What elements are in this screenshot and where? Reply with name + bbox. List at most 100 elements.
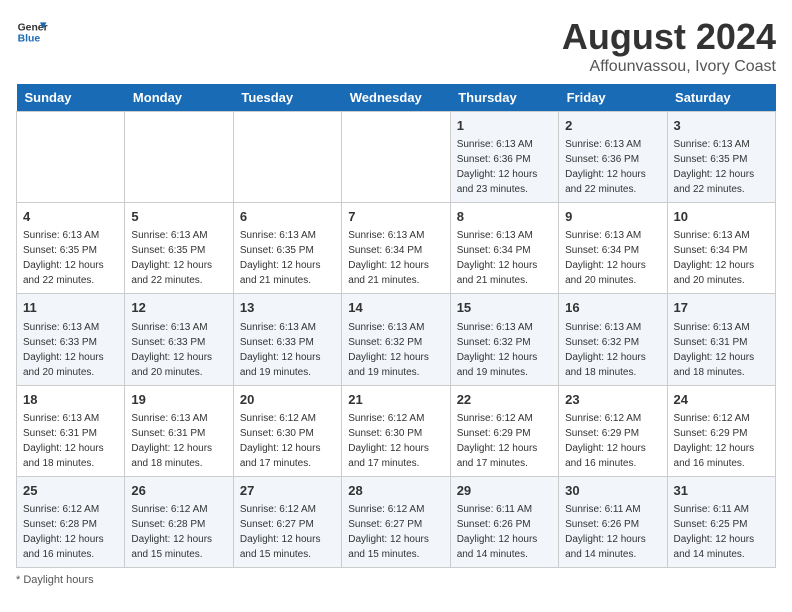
day-info: Sunrise: 6:13 AM Sunset: 6:31 PM Dayligh… <box>674 320 769 380</box>
day-number: 5 <box>131 208 226 226</box>
logo: General Blue <box>16 16 48 48</box>
calendar-cell <box>233 112 341 203</box>
calendar-cell: 7 Sunrise: 6:13 AM Sunset: 6:34 PM Daylig… <box>342 203 450 294</box>
day-info: Sunrise: 6:12 AM Sunset: 6:27 PM Dayligh… <box>348 502 443 562</box>
calendar-cell: 1Sunrise: 6:13 AM Sunset: 6:36 PM Daylig… <box>450 112 558 203</box>
day-number: 15 <box>457 299 552 317</box>
calendar-cell: 9 Sunrise: 6:13 AM Sunset: 6:34 PM Daylig… <box>559 203 667 294</box>
day-info: Sunrise: 6:13 AM Sunset: 6:35 PM Dayligh… <box>23 228 118 288</box>
day-info: Sunrise: 6:13 AM Sunset: 6:34 PM Dayligh… <box>565 228 660 288</box>
day-info: Sunrise: 6:12 AM Sunset: 6:28 PM Dayligh… <box>23 502 118 562</box>
day-info: Sunrise: 6:12 AM Sunset: 6:28 PM Dayligh… <box>131 502 226 562</box>
calendar-cell: 5Sunrise: 6:13 AM Sunset: 6:35 PM Daylig… <box>125 203 233 294</box>
calendar-cell: 22 Sunrise: 6:12 AM Sunset: 6:29 PM Dayli… <box>450 385 558 476</box>
calendar-header-saturday: Saturday <box>667 84 775 112</box>
day-number: 8 <box>457 208 552 226</box>
calendar-cell: 6 Sunrise: 6:13 AM Sunset: 6:35 PM Daylig… <box>233 203 341 294</box>
calendar-cell: 14 Sunrise: 6:13 AM Sunset: 6:32 PM Dayli… <box>342 294 450 385</box>
day-info: Sunrise: 6:13 AM Sunset: 6:34 PM Dayligh… <box>457 228 552 288</box>
day-info: Sunrise: 6:13 AM Sunset: 6:35 PM Dayligh… <box>240 228 335 288</box>
calendar-cell: 31 Sunrise: 6:11 AM Sunset: 6:25 PM Dayli… <box>667 476 775 567</box>
day-number: 2 <box>565 117 660 135</box>
calendar-cell: 29 Sunrise: 6:11 AM Sunset: 6:26 PM Dayli… <box>450 476 558 567</box>
day-info: Sunrise: 6:12 AM Sunset: 6:29 PM Dayligh… <box>457 411 552 471</box>
day-number: 10 <box>674 208 769 226</box>
day-number: 12 <box>131 299 226 317</box>
calendar-header-tuesday: Tuesday <box>233 84 341 112</box>
day-number: 20 <box>240 391 335 409</box>
calendar-header-row: SundayMondayTuesdayWednesdayThursdayFrid… <box>17 84 776 112</box>
header: General Blue August 2024 Affounvassou, I… <box>16 16 776 76</box>
day-info: Sunrise: 6:13 AM Sunset: 6:31 PM Dayligh… <box>131 411 226 471</box>
calendar-cell: 4 Sunrise: 6:13 AM Sunset: 6:35 PM Daylig… <box>17 203 125 294</box>
calendar-cell: 26Sunrise: 6:12 AM Sunset: 6:28 PM Dayli… <box>125 476 233 567</box>
day-number: 18 <box>23 391 118 409</box>
day-number: 31 <box>674 482 769 500</box>
day-number: 9 <box>565 208 660 226</box>
calendar-cell: 20Sunrise: 6:12 AM Sunset: 6:30 PM Dayli… <box>233 385 341 476</box>
day-number: 7 <box>348 208 443 226</box>
day-number: 29 <box>457 482 552 500</box>
day-number: 4 <box>23 208 118 226</box>
calendar-cell: 16Sunrise: 6:13 AM Sunset: 6:32 PM Dayli… <box>559 294 667 385</box>
calendar-cell: 12Sunrise: 6:13 AM Sunset: 6:33 PM Dayli… <box>125 294 233 385</box>
calendar-cell: 13Sunrise: 6:13 AM Sunset: 6:33 PM Dayli… <box>233 294 341 385</box>
day-info: Sunrise: 6:13 AM Sunset: 6:32 PM Dayligh… <box>348 320 443 380</box>
day-info: Sunrise: 6:11 AM Sunset: 6:26 PM Dayligh… <box>457 502 552 562</box>
day-number: 19 <box>131 391 226 409</box>
day-number: 14 <box>348 299 443 317</box>
day-info: Sunrise: 6:12 AM Sunset: 6:30 PM Dayligh… <box>348 411 443 471</box>
calendar-cell: 10 Sunrise: 6:13 AM Sunset: 6:34 PM Dayli… <box>667 203 775 294</box>
calendar-header-wednesday: Wednesday <box>342 84 450 112</box>
calendar-cell: 18 Sunrise: 6:13 AM Sunset: 6:31 PM Dayli… <box>17 385 125 476</box>
day-number: 30 <box>565 482 660 500</box>
calendar-cell: 17 Sunrise: 6:13 AM Sunset: 6:31 PM Dayli… <box>667 294 775 385</box>
day-number: 28 <box>348 482 443 500</box>
calendar-header-friday: Friday <box>559 84 667 112</box>
logo-icon: General Blue <box>16 16 48 48</box>
day-info: Sunrise: 6:11 AM Sunset: 6:25 PM Dayligh… <box>674 502 769 562</box>
day-number: 13 <box>240 299 335 317</box>
calendar-cell <box>17 112 125 203</box>
calendar-cell <box>342 112 450 203</box>
day-number: 21 <box>348 391 443 409</box>
day-info: Sunrise: 6:13 AM Sunset: 6:36 PM Dayligh… <box>565 137 660 197</box>
calendar-cell: 24 Sunrise: 6:12 AM Sunset: 6:29 PM Dayli… <box>667 385 775 476</box>
calendar-body: 1 Sunrise: 6:13 AM Sunset: 6:36 PM Daylig… <box>17 112 776 568</box>
calendar-week-row: 18 Sunrise: 6:13 AM Sunset: 6:31 PM Dayli… <box>17 385 776 476</box>
calendar-table: SundayMondayTuesdayWednesdayThursdayFrid… <box>16 84 776 568</box>
calendar-cell: 23 Sunrise: 6:12 AM Sunset: 6:29 PM Dayli… <box>559 385 667 476</box>
day-info: Sunrise: 6:13 AM Sunset: 6:32 PM Dayligh… <box>457 320 552 380</box>
calendar-week-row: 1 Sunrise: 6:13 AM Sunset: 6:36 PM Daylig… <box>17 112 776 203</box>
day-info: Sunrise: 6:13 AM Sunset: 6:33 PM Dayligh… <box>23 320 118 380</box>
calendar-cell: 28 Sunrise: 6:12 AM Sunset: 6:27 PM Dayli… <box>342 476 450 567</box>
day-number: 17 <box>674 299 769 317</box>
calendar-week-row: 11Sunrise: 6:13 AM Sunset: 6:33 PM Dayli… <box>17 294 776 385</box>
day-number: 27 <box>240 482 335 500</box>
day-info: Sunrise: 6:13 AM Sunset: 6:34 PM Dayligh… <box>348 228 443 288</box>
day-info: Sunrise: 6:13 AM Sunset: 6:34 PM Dayligh… <box>674 228 769 288</box>
day-number: 6 <box>240 208 335 226</box>
day-number: 24 <box>674 391 769 409</box>
svg-text:Blue: Blue <box>18 34 41 45</box>
day-number: 22 <box>457 391 552 409</box>
calendar-header-thursday: Thursday <box>450 84 558 112</box>
calendar-cell <box>125 112 233 203</box>
day-number: 16 <box>565 299 660 317</box>
footer-text: Daylight hours <box>23 574 93 586</box>
day-info: Sunrise: 6:12 AM Sunset: 6:27 PM Dayligh… <box>240 502 335 562</box>
day-info: Sunrise: 6:12 AM Sunset: 6:29 PM Dayligh… <box>565 411 660 471</box>
day-number: 23 <box>565 391 660 409</box>
calendar-header-sunday: Sunday <box>17 84 125 112</box>
calendar-week-row: 4 Sunrise: 6:13 AM Sunset: 6:35 PM Daylig… <box>17 203 776 294</box>
calendar-cell: 25 Sunrise: 6:12 AM Sunset: 6:28 PM Dayli… <box>17 476 125 567</box>
calendar-week-row: 25 Sunrise: 6:12 AM Sunset: 6:28 PM Dayli… <box>17 476 776 567</box>
day-info: Sunrise: 6:13 AM Sunset: 6:31 PM Dayligh… <box>23 411 118 471</box>
day-number: 25 <box>23 482 118 500</box>
day-number: 1 <box>457 117 552 135</box>
day-info: Sunrise: 6:13 AM Sunset: 6:35 PM Dayligh… <box>674 137 769 197</box>
day-info: Sunrise: 6:11 AM Sunset: 6:26 PM Dayligh… <box>565 502 660 562</box>
day-number: 3 <box>674 117 769 135</box>
day-info: Sunrise: 6:12 AM Sunset: 6:29 PM Dayligh… <box>674 411 769 471</box>
calendar-cell: 2 Sunrise: 6:13 AM Sunset: 6:36 PM Daylig… <box>559 112 667 203</box>
